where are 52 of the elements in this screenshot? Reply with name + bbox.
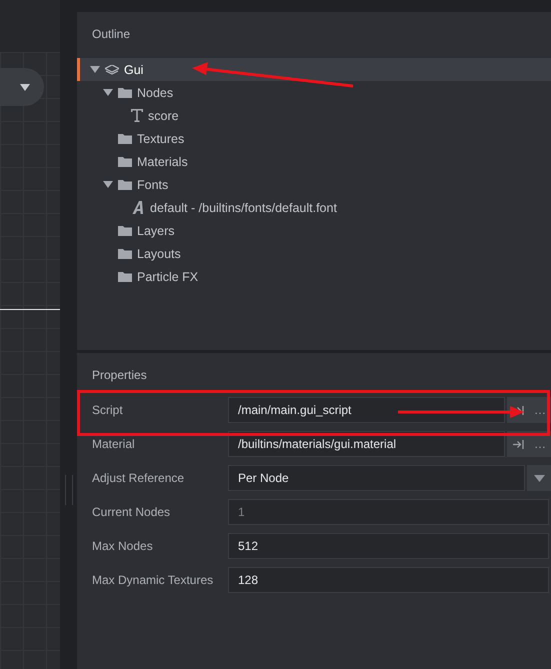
tree-item[interactable]: Gui [77, 58, 551, 81]
tree-item[interactable]: score [77, 104, 551, 127]
folder-icon [118, 271, 132, 282]
expand-toggle-icon[interactable] [103, 88, 113, 96]
layers-icon [105, 64, 119, 74]
number-field[interactable]: 128 [228, 567, 549, 593]
tree-item-label: Textures [137, 132, 184, 146]
property-label: Material [91, 437, 136, 451]
property-label: Adjust Reference [91, 471, 186, 485]
goto-icon [512, 440, 524, 448]
tree-item[interactable]: Layers [77, 219, 551, 242]
tree-item-label: Fonts [137, 178, 168, 192]
dropdown-button[interactable] [527, 465, 551, 491]
property-label: Max Dynamic Textures [91, 573, 214, 587]
tree-item[interactable]: Materials [77, 150, 551, 173]
panel-title: Properties [91, 367, 148, 384]
folder-icon [118, 179, 132, 190]
tree-item[interactable]: Fonts [77, 173, 551, 196]
tree-item-label: Materials [137, 154, 188, 168]
tree-item-label: score [148, 108, 179, 122]
property-label: Script [91, 403, 124, 417]
tree-item-label: Layouts [137, 246, 181, 260]
font-icon [131, 201, 145, 214]
folder-icon [118, 225, 132, 236]
folder-icon [118, 87, 132, 98]
tree-item[interactable]: Nodes [77, 81, 551, 104]
folder-icon [118, 156, 132, 167]
tree-item-label: Gui [124, 62, 144, 76]
expand-toggle-icon[interactable] [90, 66, 100, 74]
resource-field[interactable]: /main/main.gui_script [228, 397, 505, 423]
property-label: Max Nodes [91, 539, 154, 553]
number-field[interactable]: 512 [228, 533, 549, 559]
select-field[interactable]: Per Node [228, 465, 525, 491]
tree-item[interactable]: Textures [77, 127, 551, 150]
tree-item[interactable]: Layouts [77, 242, 551, 265]
tree-item[interactable]: Particle FX [77, 265, 551, 288]
text-icon [131, 109, 143, 122]
tree-item-label: Nodes [137, 86, 174, 100]
tree-item-label: default - /builtins/fonts/default.font [150, 200, 337, 214]
expand-toggle-icon[interactable] [103, 180, 113, 188]
panel-title: Outline [91, 26, 132, 43]
folder-icon [118, 248, 132, 259]
property-label: Current Nodes [91, 505, 172, 519]
canvas-line [0, 309, 60, 310]
caret-icon [534, 474, 544, 482]
dropdown-pill[interactable] [0, 68, 44, 106]
tree-item[interactable]: default - /builtins/fonts/default.font [77, 196, 551, 219]
caret-icon [20, 84, 30, 90]
tree-item-label: Particle FX [137, 270, 198, 284]
folder-icon [118, 133, 132, 144]
splitter-handle[interactable] [64, 475, 72, 505]
tree-item-label: Layers [137, 224, 175, 238]
